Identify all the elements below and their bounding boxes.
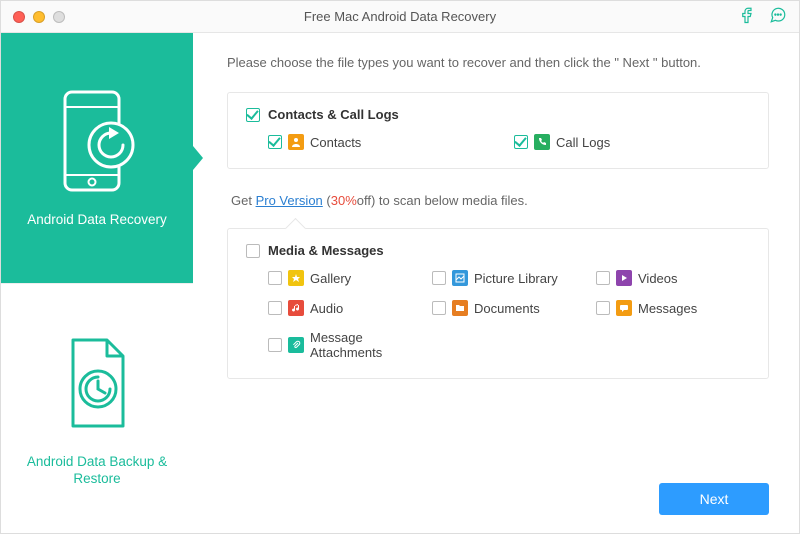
option-label: Picture Library <box>474 271 558 286</box>
option-label: Messages <box>638 301 697 316</box>
option-call-logs[interactable]: Call Logs <box>514 134 750 150</box>
sidebar-item-backup-restore[interactable]: Android Data Backup & Restore <box>1 283 193 534</box>
minimize-window-button[interactable] <box>33 11 45 23</box>
sidebar-item-data-recovery[interactable]: Android Data Recovery <box>1 33 193 283</box>
audio-icon <box>288 300 304 316</box>
checkbox-call-logs[interactable] <box>514 135 528 149</box>
checkbox-message-attachments[interactable] <box>268 338 282 352</box>
option-message-attachments[interactable]: Message Attachments <box>268 330 422 360</box>
option-audio[interactable]: Audio <box>268 300 422 316</box>
next-button[interactable]: Next <box>659 483 769 515</box>
option-videos[interactable]: Videos <box>596 270 750 286</box>
option-label: Contacts <box>310 135 361 150</box>
pro-version-link[interactable]: Pro Version <box>256 193 323 208</box>
window-title: Free Mac Android Data Recovery <box>304 9 496 24</box>
option-label: Documents <box>474 301 540 316</box>
group-title-label: Contacts & Call Logs <box>268 107 399 122</box>
group-title-media[interactable]: Media & Messages <box>246 243 750 258</box>
option-messages[interactable]: Messages <box>596 300 750 316</box>
videos-icon <box>616 270 632 286</box>
sidebar-item-label: Android Data Recovery <box>27 211 167 229</box>
attachments-icon <box>288 337 304 353</box>
group-title-contacts[interactable]: Contacts & Call Logs <box>246 107 750 122</box>
option-picture-library[interactable]: Picture Library <box>432 270 586 286</box>
option-label: Gallery <box>310 271 351 286</box>
titlebar-actions <box>739 6 787 27</box>
option-label: Message Attachments <box>310 330 422 360</box>
close-window-button[interactable] <box>13 11 25 23</box>
gallery-icon <box>288 270 304 286</box>
call-logs-icon <box>534 134 550 150</box>
checkbox-documents[interactable] <box>432 301 446 315</box>
checkbox-audio[interactable] <box>268 301 282 315</box>
facebook-icon[interactable] <box>739 6 757 27</box>
window-controls <box>13 11 65 23</box>
titlebar: Free Mac Android Data Recovery <box>1 1 799 33</box>
zoom-window-button[interactable] <box>53 11 65 23</box>
checkbox-gallery[interactable] <box>268 271 282 285</box>
checkbox-media-group[interactable] <box>246 244 260 258</box>
body: Android Data Recovery Android Data Backu… <box>1 33 799 533</box>
instruction-text: Please choose the file types you want to… <box>227 55 769 70</box>
contacts-icon <box>288 134 304 150</box>
documents-icon <box>452 300 468 316</box>
checkbox-messages[interactable] <box>596 301 610 315</box>
messages-icon <box>616 300 632 316</box>
group-title-label: Media & Messages <box>268 243 384 258</box>
feedback-icon[interactable] <box>769 6 787 27</box>
footer: Next <box>227 483 769 515</box>
phone-recovery-icon <box>42 87 152 197</box>
option-gallery[interactable]: Gallery <box>268 270 422 286</box>
checkbox-contacts[interactable] <box>268 135 282 149</box>
option-label: Audio <box>310 301 343 316</box>
checkbox-videos[interactable] <box>596 271 610 285</box>
group-contacts-call-logs: Contacts & Call Logs Contacts Call Logs <box>227 92 769 169</box>
pro-discount: 30% <box>331 193 357 208</box>
checkbox-contacts-group[interactable] <box>246 108 260 122</box>
option-label: Videos <box>638 271 678 286</box>
file-backup-icon <box>42 329 152 439</box>
picture-library-icon <box>452 270 468 286</box>
app-window: Free Mac Android Data Recovery <box>0 0 800 534</box>
group-media-messages: Media & Messages Gallery Picture Library <box>227 228 769 379</box>
sidebar: Android Data Recovery Android Data Backu… <box>1 33 193 533</box>
sidebar-item-label: Android Data Backup & Restore <box>11 453 183 488</box>
checkbox-picture-library[interactable] <box>432 271 446 285</box>
option-contacts[interactable]: Contacts <box>268 134 504 150</box>
main-content: Please choose the file types you want to… <box>193 33 799 533</box>
option-documents[interactable]: Documents <box>432 300 586 316</box>
pro-upsell-text: Get Pro Version (30%off) to scan below m… <box>231 193 769 208</box>
option-label: Call Logs <box>556 135 610 150</box>
